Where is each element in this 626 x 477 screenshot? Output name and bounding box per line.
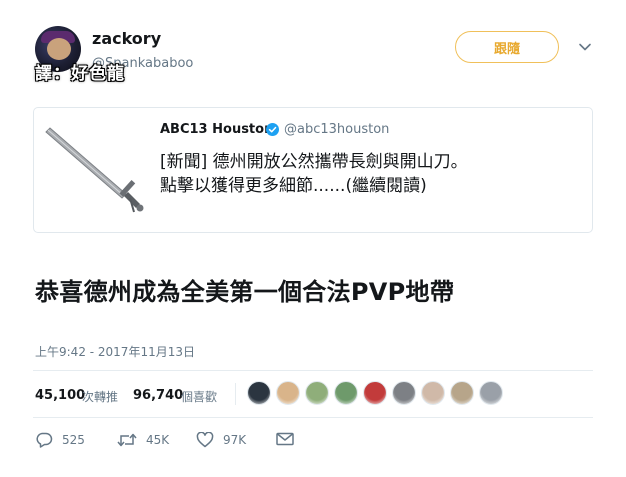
liker-avatar[interactable] [363, 381, 387, 405]
tweet-timestamp[interactable]: 上午9:42 - 2017年11月13日 [35, 343, 195, 360]
liker-avatars [247, 381, 503, 407]
liker-avatar[interactable] [276, 381, 300, 405]
quoted-tweet-text: [新聞] 德州開放公然攜帶長劍與開山刀。 點擊以獲得更多細節......(繼續閱… [160, 150, 580, 198]
heart-icon[interactable] [196, 432, 214, 448]
retweet-label[interactable]: 次轉推 [82, 388, 118, 405]
liker-avatar[interactable] [450, 381, 474, 405]
retweet-action-count: 45K [146, 433, 170, 447]
follow-button[interactable]: 跟隨 [455, 31, 559, 63]
like-count[interactable]: 96,740 [133, 388, 183, 403]
like-action[interactable]: 97K [196, 432, 246, 448]
chevron-down-icon[interactable] [578, 40, 592, 54]
translator-watermark: 譯：好色龍 [35, 64, 125, 84]
tweet-text: 恭喜德州成為全美第一個合法PVP地帶 [35, 278, 455, 306]
direct-message-action[interactable] [276, 432, 294, 446]
stats-separator [235, 383, 236, 405]
liker-avatar[interactable] [305, 381, 329, 405]
like-action-count: 97K [223, 433, 247, 447]
liker-avatar[interactable] [334, 381, 358, 405]
avatar-face [47, 38, 71, 60]
divider [33, 370, 593, 371]
retweet-count[interactable]: 45,100 [35, 388, 85, 403]
liker-avatar[interactable] [392, 381, 416, 405]
retweet-action[interactable]: 45K [117, 432, 169, 448]
liker-avatar[interactable] [421, 381, 445, 405]
sword-image[interactable] [44, 118, 154, 218]
envelope-icon[interactable] [276, 432, 294, 446]
reply-action[interactable]: 525 [35, 432, 85, 448]
quoted-line-1: [新聞] 德州開放公然攜帶長劍與開山刀。 [160, 152, 468, 172]
liker-avatar[interactable] [479, 381, 503, 405]
liker-avatar[interactable] [247, 381, 271, 405]
reply-icon[interactable] [35, 432, 53, 448]
reply-count: 525 [62, 433, 85, 447]
read-more-link[interactable]: (繼續閱讀) [345, 176, 426, 196]
divider [33, 417, 593, 418]
quoted-line-2: 點擊以獲得更多細節......(繼續閱讀) [160, 174, 580, 198]
quoted-account-name[interactable]: ABC13 Houston [160, 122, 273, 137]
quoted-line-2-text: 點擊以獲得更多細節...... [160, 176, 346, 196]
retweet-icon[interactable] [117, 432, 137, 448]
verified-badge-icon [266, 123, 279, 136]
quoted-account-handle[interactable]: @abc13houston [284, 122, 389, 137]
username[interactable]: zackory [92, 29, 161, 48]
like-label[interactable]: 個喜歡 [181, 388, 217, 405]
